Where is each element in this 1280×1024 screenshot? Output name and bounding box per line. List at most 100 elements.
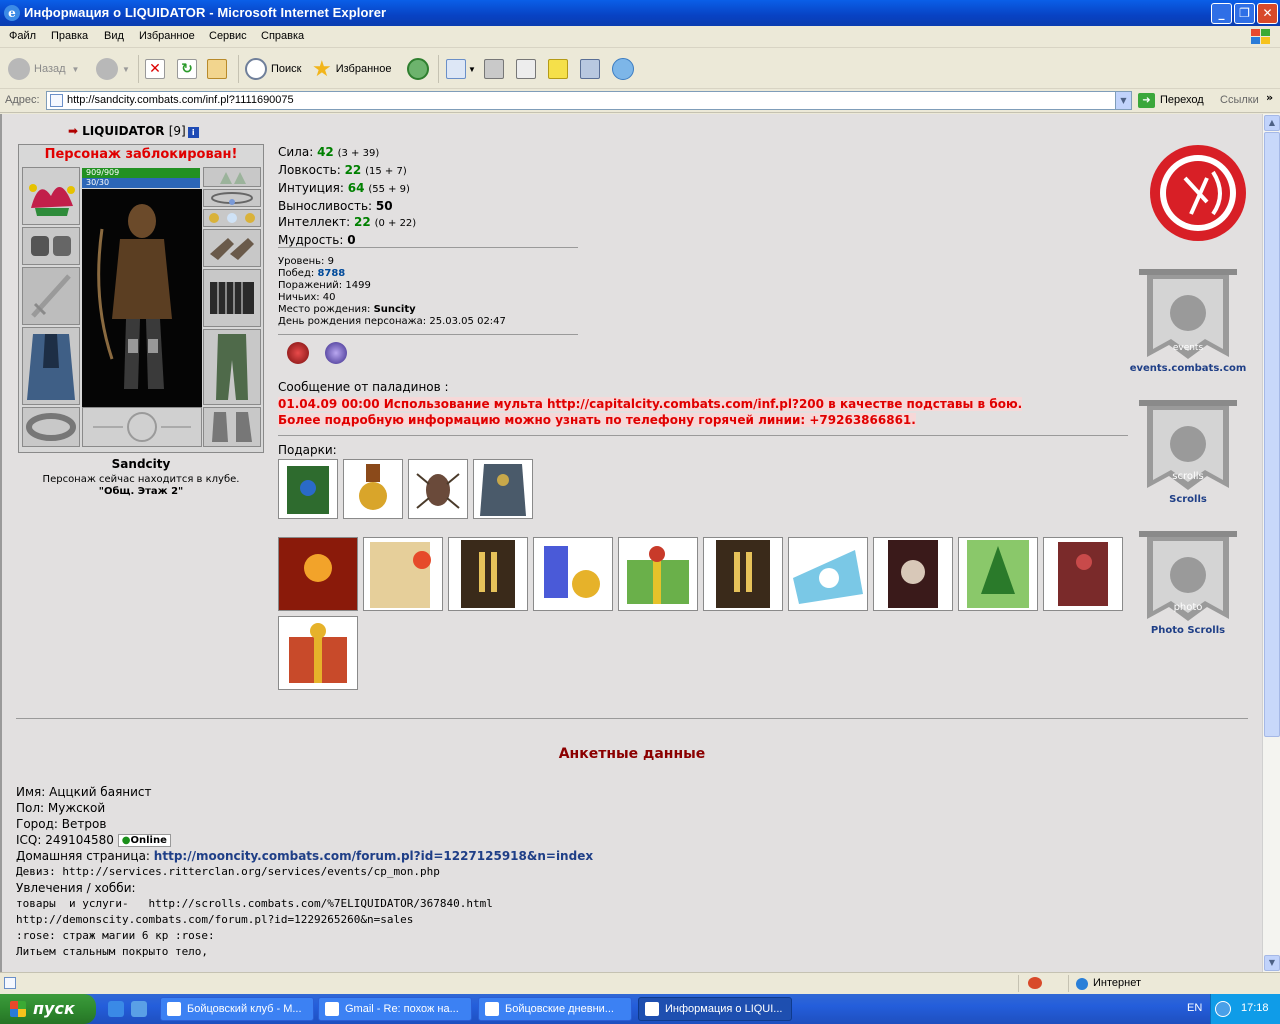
history-button[interactable] — [407, 57, 433, 81]
tray-arrow-icon[interactable] — [1215, 1001, 1231, 1017]
menu-tools[interactable]: Сервис — [209, 30, 247, 42]
language-indicator[interactable]: EN — [1187, 1002, 1202, 1014]
rings-slot[interactable] — [203, 209, 261, 227]
gift-item[interactable] — [278, 459, 338, 519]
winter-card-icon — [793, 550, 863, 604]
armor-slot[interactable] — [22, 327, 80, 405]
windows-logo-icon — [1251, 29, 1270, 44]
ie-quicklaunch-icon[interactable] — [108, 1001, 124, 1017]
edit-button[interactable] — [516, 57, 536, 81]
forward-button[interactable]: ▼ — [96, 57, 130, 81]
vertical-scrollbar[interactable]: ▲ ▼ — [1262, 114, 1280, 972]
address-input[interactable]: http://sandcity.combats.com/inf.pl?11116… — [46, 91, 1132, 110]
gloves-slot[interactable] — [203, 229, 261, 267]
belt-slot[interactable] — [22, 407, 80, 447]
address-url: http://sandcity.combats.com/inf.pl?11116… — [67, 94, 294, 106]
maximize-button[interactable]: ❐ — [1234, 3, 1255, 24]
gift-item[interactable] — [343, 459, 403, 519]
private-message-icon[interactable]: ➡ — [68, 124, 78, 138]
desktop-quicklaunch-icon[interactable] — [131, 1001, 147, 1017]
purple-order-badge-icon[interactable] — [325, 342, 347, 364]
helmet-slot[interactable] — [22, 167, 80, 225]
go-button[interactable]: Переход — [1160, 94, 1204, 106]
popup-blocked-icon[interactable] — [1028, 977, 1042, 989]
scrolls-banner-icon[interactable]: scrolls — [1137, 398, 1239, 498]
links-button[interactable]: Ссылки — [1220, 94, 1259, 106]
info-icon[interactable]: i — [187, 127, 199, 138]
red-order-badge-icon[interactable] — [287, 342, 309, 364]
status-divider — [1018, 975, 1019, 992]
refresh-button[interactable]: ↻ — [177, 57, 197, 81]
gift-card[interactable] — [448, 537, 528, 611]
gift-item[interactable] — [408, 459, 468, 519]
minimize-button[interactable]: _ — [1211, 3, 1232, 24]
mail-button[interactable]: ▼ — [446, 57, 476, 81]
go-arrow-icon[interactable]: ➜ — [1138, 93, 1155, 108]
events-link[interactable]: events.combats.com — [1122, 363, 1254, 374]
shield-slot[interactable] — [203, 269, 261, 327]
archer-clan-icon[interactable] — [1147, 142, 1249, 244]
forward-dropdown-icon[interactable]: ▼ — [122, 65, 130, 74]
forward-arrow-icon — [96, 58, 118, 80]
gift-item[interactable] — [473, 459, 533, 519]
coins-gift-icon — [544, 546, 600, 598]
taskbar-item[interactable]: Бойцовский клуб - М... — [160, 997, 314, 1021]
print-button[interactable] — [484, 57, 504, 81]
bracers-slot[interactable] — [22, 227, 80, 265]
favorites-button[interactable]: ★ Избранное — [312, 56, 391, 81]
profile-city: Город: Ветров — [16, 817, 107, 831]
start-button[interactable]: пуск — [0, 994, 96, 1024]
gift-card[interactable] — [278, 537, 358, 611]
close-button[interactable]: ✕ — [1257, 3, 1278, 24]
gift-card[interactable] — [958, 537, 1038, 611]
boots-slot[interactable] — [203, 407, 261, 447]
home-button[interactable] — [207, 57, 227, 81]
icq-online-badge[interactable]: ●Online — [117, 834, 171, 847]
gift-card[interactable] — [363, 537, 443, 611]
amulet-slot[interactable] — [203, 189, 261, 207]
taskbar-item[interactable]: Gmail - Re: похож на... — [318, 997, 472, 1021]
taskbar-item-active[interactable]: Информация о LIQUI... — [638, 997, 792, 1021]
status-bar: Интернет — [0, 972, 1280, 994]
divider — [278, 334, 578, 335]
gift-card[interactable] — [788, 537, 868, 611]
scroll-thumb[interactable] — [1264, 132, 1280, 737]
back-button[interactable]: Назад ▼ — [8, 57, 79, 81]
balloon-card-icon — [370, 542, 431, 608]
mail-dropdown-icon[interactable]: ▼ — [468, 65, 476, 74]
scroll-up-icon[interactable]: ▲ — [1264, 115, 1280, 131]
taskbar: пуск Бойцовский клуб - М... Gmail - Re: … — [0, 994, 1280, 1024]
photo-scrolls-link[interactable]: Photo Scrolls — [1122, 625, 1254, 636]
discuss-button[interactable] — [548, 57, 568, 81]
photo-scrolls-banner-icon[interactable]: photo — [1137, 529, 1239, 629]
hp-bar: 909/909 — [82, 168, 200, 178]
paladin-message: 01.04.09 00:00 Использование мульта http… — [278, 396, 1023, 428]
menu-view[interactable]: Вид — [104, 30, 124, 42]
page-icon — [50, 94, 63, 107]
gift-card[interactable] — [618, 537, 698, 611]
search-button[interactable]: Поиск — [245, 57, 301, 81]
research-button[interactable] — [580, 57, 600, 81]
menu-edit[interactable]: Правка — [51, 30, 88, 42]
gift-card[interactable] — [1043, 537, 1123, 611]
weapon-slot[interactable] — [22, 267, 80, 325]
taskbar-item[interactable]: Бойцовские дневни... — [478, 997, 632, 1021]
gift-card[interactable] — [533, 537, 613, 611]
menu-help[interactable]: Справка — [261, 30, 304, 42]
scrolls-link[interactable]: Scrolls — [1122, 494, 1254, 505]
scroll-down-icon[interactable]: ▼ — [1264, 955, 1280, 971]
links-chevron-icon[interactable]: » — [1266, 91, 1273, 104]
address-dropdown-icon[interactable]: ▼ — [1115, 92, 1131, 109]
gift-card[interactable] — [873, 537, 953, 611]
back-dropdown-icon[interactable]: ▼ — [72, 65, 80, 74]
earrings-slot[interactable] — [203, 167, 261, 187]
gift-card[interactable] — [703, 537, 783, 611]
messenger-button[interactable] — [612, 57, 638, 81]
homepage-link[interactable]: http://mooncity.combats.com/forum.pl?id=… — [154, 849, 593, 863]
gift-card[interactable] — [278, 616, 358, 690]
stop-button[interactable]: ✕ — [145, 57, 165, 81]
menu-file[interactable]: Файл — [9, 30, 36, 42]
profile-heading: Анкетные данные — [558, 746, 706, 762]
legs-slot[interactable] — [203, 329, 261, 405]
menu-favorites[interactable]: Избранное — [139, 30, 195, 42]
